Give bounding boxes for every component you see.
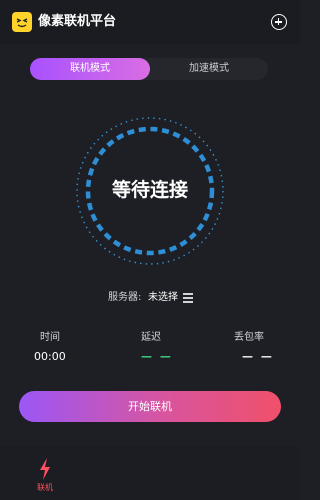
connection-status: 等待连接 (111, 179, 188, 201)
nav-item-online[interactable]: 联机 (30, 458, 60, 496)
app-header: 像素联机平台 (0, 0, 300, 44)
time-label: 时间 (40, 332, 60, 343)
connection-dial: 等待连接 (75, 116, 225, 266)
mode-tab-bar: 联机模式 加速模式 (30, 58, 268, 80)
delay-label: 延迟 (141, 332, 161, 343)
server-selector[interactable]: 服务器: 未选择 (0, 290, 300, 306)
packet-loss-label: 丢包率 (234, 332, 264, 343)
lightning-icon (40, 458, 50, 480)
server-value: 未选择 (148, 292, 178, 303)
tab-online-mode[interactable]: 联机模式 (30, 58, 150, 80)
nav-item-label: 联机 (37, 483, 53, 492)
tab-accelerate-mode[interactable]: 加速模式 (150, 58, 268, 80)
packet-loss-value: — — (242, 350, 274, 363)
time-value: 00:00 (34, 350, 66, 363)
app-title: 像素联机平台 (38, 14, 117, 29)
app-logo-icon (12, 12, 32, 32)
add-circle-icon[interactable] (271, 14, 287, 30)
delay-value: — — (141, 350, 173, 363)
start-connect-button[interactable]: 开始联机 (19, 391, 281, 422)
server-label: 服务器: (108, 292, 142, 303)
server-list-icon[interactable] (183, 293, 193, 303)
bottom-nav: 联机 (0, 446, 300, 500)
